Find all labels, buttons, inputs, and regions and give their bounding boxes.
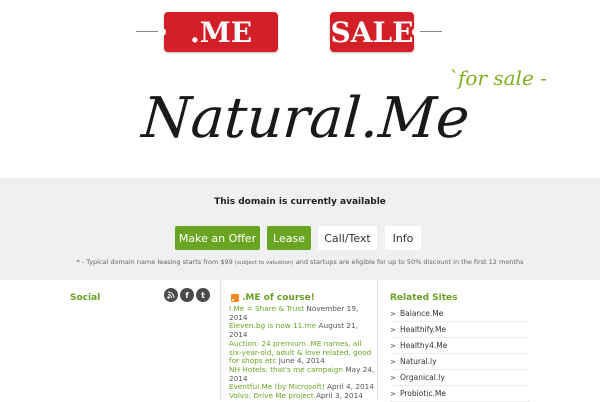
chevron-right-icon: > [390,389,396,398]
related-sites-column: Related Sites > Balance.Me > Healthify.Me … [378,280,540,402]
news-date: June 4, 2014 [278,356,325,366]
related-sites-heading: Related Sites [390,293,458,303]
social-heading: Social [70,293,101,303]
chevron-right-icon: > [390,341,396,350]
me-tag-label: .ME [189,15,253,49]
for-sale-label: `for sale - [448,66,547,90]
twitter-icon[interactable]: t [196,288,210,302]
lease-button[interactable]: Lease [267,226,311,250]
footer-columns: Social f t .ME of course! I.Me = Share &… [0,280,600,402]
related-site-label: Probiotic.Me [400,389,446,398]
related-site-label: Natural.ly [400,357,437,366]
domain-title: Natural.Me [139,86,472,151]
news-item: NH Hotels: that's me campaign May 24, 20… [229,365,375,383]
sale-price-tag: SALE [330,12,442,52]
news-link[interactable]: Eventful.Me (by Microsoft) [229,382,325,391]
related-site-item[interactable]: > Healthify.Me [390,322,530,338]
news-column: .ME of course! I.Me = Share & Trust Nove… [220,280,378,400]
related-site-label: Organical.ly [400,373,445,382]
news-link[interactable]: Eleven.bg is now 11.me [229,321,316,331]
availability-status: This domain is currently available [214,197,386,207]
chevron-right-icon: > [390,373,396,382]
facebook-icon[interactable]: f [180,288,194,302]
for-sale-text: for sale [458,66,534,90]
news-heading: .ME of course! [242,293,315,303]
news-link[interactable]: Volvo: Drive Me project [229,391,314,400]
related-site-label: Healthify.Me [400,325,447,334]
news-link[interactable]: NH Hotels: that's me campaign [229,365,343,374]
info-button[interactable]: Info [385,226,421,250]
tag-string [136,31,160,32]
news-item: Auction: 24 premium .ME names, all six-y… [229,339,375,366]
chevron-right-icon: > [390,325,396,334]
news-item: Volvo: Drive Me project April 3, 2014 [229,391,375,401]
related-site-label: Balance.Me [400,309,444,318]
rss-icon[interactable] [231,294,239,302]
make-offer-button[interactable]: Make an Offer [175,226,260,250]
me-price-tag: .ME [136,12,278,52]
chevron-right-icon: > [390,357,396,366]
news-date: April 3, 2014 [316,391,363,401]
leasing-note-suffix: and startups are eligible for up to 50% … [295,258,524,266]
news-item: Eleven.bg is now 11.me August 21, 2014 [229,322,375,339]
tag-hole [412,28,420,36]
related-sites-list: > Balance.Me > Healthify.Me > Healthy4.Me >… [390,306,530,402]
news-list: I.Me = Share & Trust November 19, 2014 E… [229,304,375,401]
offer-buttons: Make an Offer Lease Call/Text Info [0,226,600,250]
related-site-label: Healthy4.Me [400,341,448,350]
call-text-button[interactable]: Call/Text [318,226,377,250]
news-item: I.Me = Share & Trust November 19, 2014 [229,304,375,322]
related-site-item[interactable]: > Balance.Me [390,306,530,322]
header: .ME SALE Natural.Me `for sale - [0,0,600,178]
leasing-note: * - Typical domain name leasing starts f… [0,258,600,266]
related-site-item[interactable]: > Organical.ly [390,370,530,386]
chevron-right-icon: > [390,309,396,318]
sale-tag-label: SALE [330,15,414,49]
news-heading-row: .ME of course! [231,293,315,303]
tag-hole [158,28,166,36]
tag-string [418,31,442,32]
related-site-item[interactable]: > Healthy4.Me [390,338,530,354]
rss-icon[interactable] [164,288,178,302]
related-site-item[interactable]: > Natural.ly [390,354,530,370]
news-date: April 4, 2014 [327,382,374,392]
social-icons: f t [164,288,210,302]
leasing-note-small: (subject to valuation) [234,260,294,266]
social-column: Social f t [60,280,220,400]
news-link[interactable]: I.Me = Share & Trust [229,304,304,313]
leasing-note-prefix: * - Typical domain name leasing starts f… [76,258,233,266]
